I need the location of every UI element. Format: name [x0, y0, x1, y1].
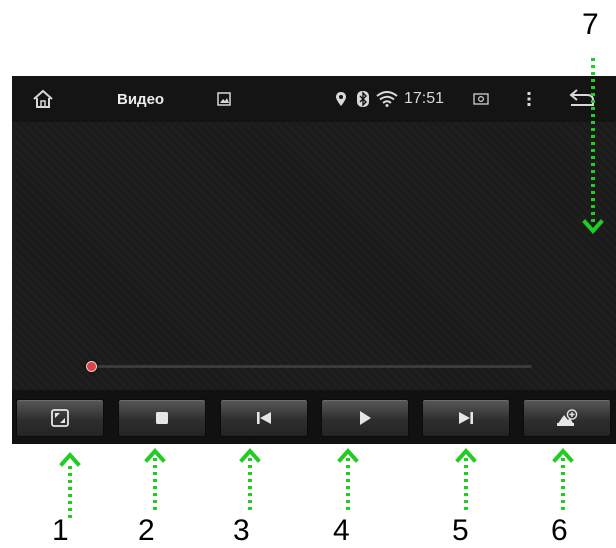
bluetooth-icon	[357, 91, 369, 107]
location-icon	[336, 92, 346, 106]
screenshot-icon	[473, 93, 489, 105]
callout-label-2: 2	[138, 514, 155, 547]
bluetooth-indicator	[357, 76, 369, 122]
seek-thumb[interactable]	[86, 361, 97, 372]
back-button[interactable]	[567, 76, 597, 122]
home-icon	[33, 89, 53, 108]
home-button[interactable]	[32, 76, 54, 122]
callout-label-5: 5	[452, 514, 469, 547]
play-button[interactable]	[321, 399, 409, 437]
next-button[interactable]	[422, 399, 510, 437]
play-icon	[360, 411, 371, 425]
next-icon	[459, 412, 473, 424]
video-player-screen: Видео 17:51	[12, 76, 616, 444]
callout-label-1: 1	[52, 514, 69, 547]
callout-label-4: 4	[333, 514, 350, 547]
stop-icon	[156, 412, 168, 424]
back-icon	[569, 89, 594, 106]
app-title: Видео	[117, 90, 165, 108]
add-playlist-button[interactable]	[523, 399, 611, 437]
seek-bar[interactable]	[86, 361, 532, 372]
overflow-menu-icon	[527, 92, 531, 106]
stop-button[interactable]	[118, 399, 206, 437]
callout-label-3: 3	[233, 514, 250, 547]
fullscreen-icon	[51, 409, 69, 427]
overflow-menu-button[interactable]	[526, 76, 532, 122]
previous-icon	[257, 412, 271, 424]
location-indicator	[335, 76, 347, 122]
image-notification-icon	[217, 92, 231, 106]
fullscreen-button[interactable]	[16, 399, 104, 437]
wifi-indicator	[376, 76, 398, 122]
previous-button[interactable]	[220, 399, 308, 437]
playback-controls	[12, 390, 616, 444]
status-time: 17:51	[404, 90, 445, 107]
wifi-icon	[376, 91, 398, 107]
add-playlist-icon	[557, 409, 578, 426]
callout-label-6: 6	[551, 514, 568, 547]
screenshot-button[interactable]	[473, 76, 489, 122]
image-notification	[217, 76, 231, 122]
callout-label-7: 7	[582, 8, 599, 41]
status-bar: Видео 17:51	[12, 76, 616, 122]
